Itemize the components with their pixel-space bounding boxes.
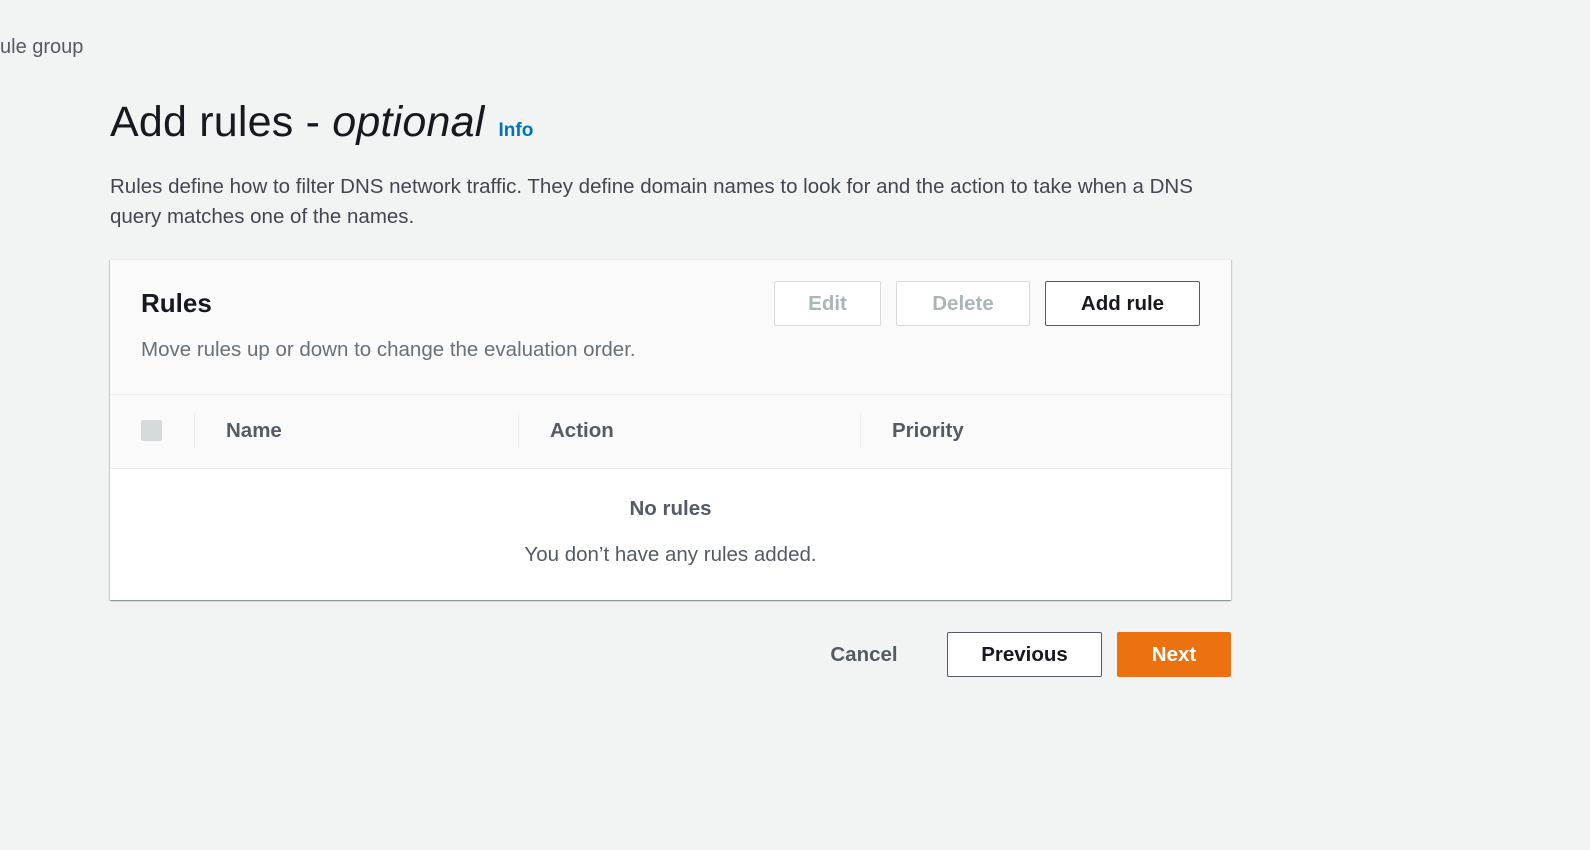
next-button[interactable]: Next — [1117, 632, 1231, 677]
page-heading-text: Add rules - — [110, 98, 333, 146]
rules-panel-title: Rules — [141, 288, 212, 318]
page-heading-optional: optional — [332, 98, 485, 146]
page-heading: Add rules - optional — [110, 98, 485, 147]
cancel-button[interactable]: Cancel — [808, 632, 920, 677]
column-header-action[interactable]: Action — [550, 419, 614, 443]
column-header-priority[interactable]: Priority — [892, 419, 964, 443]
edit-button[interactable]: Edit — [774, 281, 881, 326]
select-all-checkbox[interactable] — [141, 420, 162, 441]
empty-state-message: You don’t have any rules added. — [524, 543, 817, 566]
rules-panel-header: Rules Move rules up or down to change th… — [110, 260, 1231, 395]
column-divider[interactable] — [194, 413, 195, 449]
add-rule-button[interactable]: Add rule — [1045, 281, 1200, 326]
delete-button[interactable]: Delete — [896, 281, 1030, 326]
column-divider[interactable] — [518, 413, 519, 449]
info-link[interactable]: Info — [499, 120, 534, 142]
breadcrumb-rule-group[interactable]: ule group — [0, 36, 83, 59]
page-title: Add rules - optional Info — [110, 98, 533, 147]
column-header-name[interactable]: Name — [226, 419, 282, 443]
page-description: Rules define how to filter DNS network t… — [110, 175, 1193, 228]
previous-button[interactable]: Previous — [947, 632, 1102, 677]
rules-panel: Rules Move rules up or down to change th… — [110, 259, 1231, 600]
empty-state-title: No rules — [629, 497, 712, 520]
rules-panel-subtitle: Move rules up or down to change the eval… — [141, 338, 636, 361]
rules-table-header: Name Action Priority — [110, 395, 1231, 469]
column-divider[interactable] — [860, 413, 861, 449]
